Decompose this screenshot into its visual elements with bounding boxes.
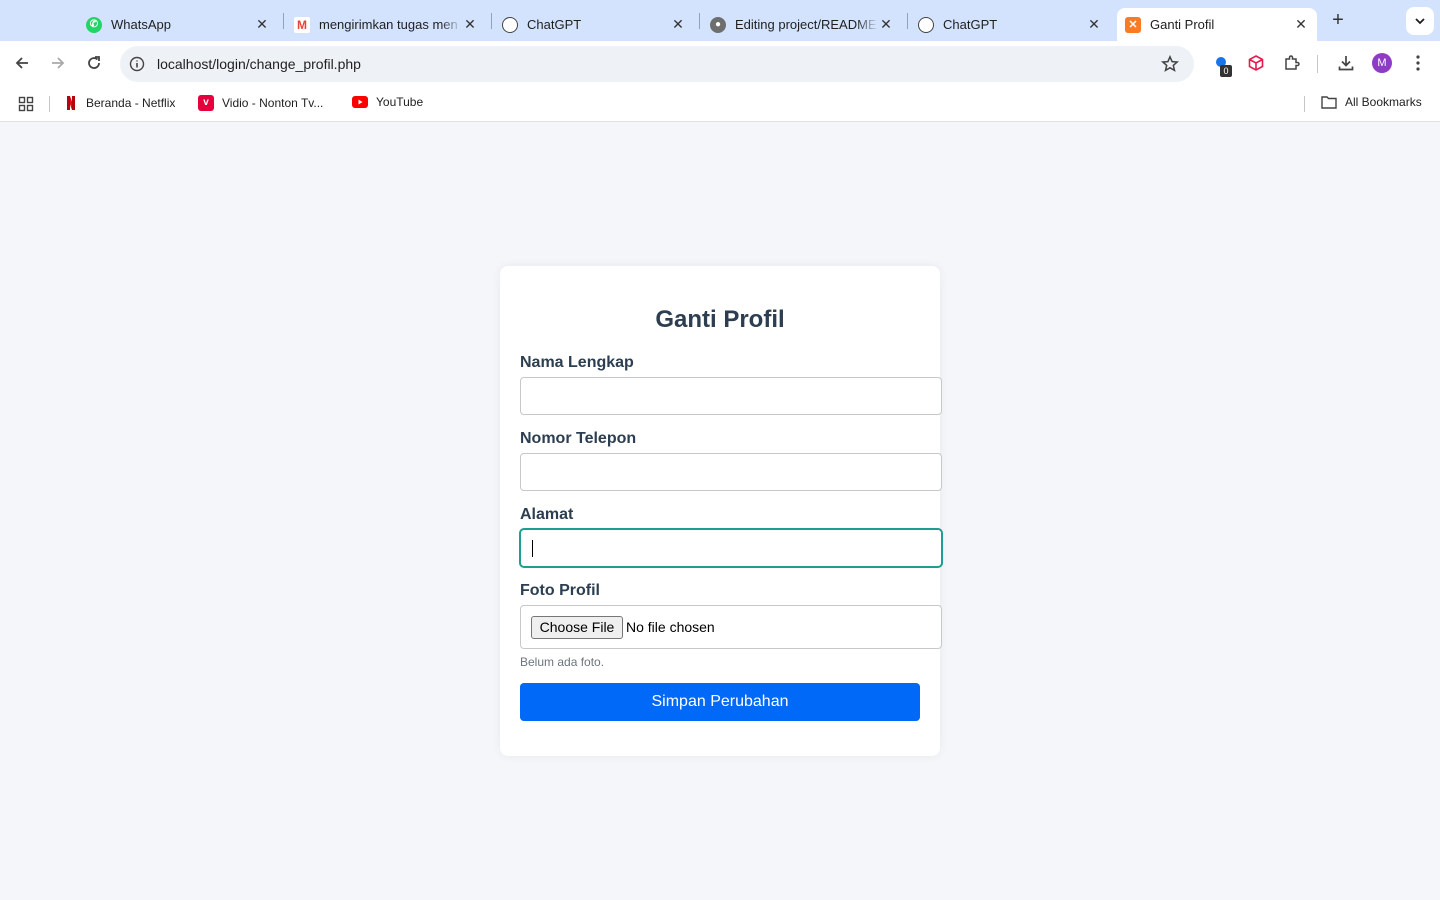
close-icon[interactable]: ✕ (254, 16, 270, 33)
choose-file-button[interactable]: Choose File (531, 616, 623, 639)
close-icon[interactable]: ✕ (1086, 16, 1102, 33)
tab-gmail[interactable]: M mengirimkan tugas men ✕ (286, 8, 486, 41)
forward-button[interactable] (46, 51, 70, 75)
tab-chatgpt-1[interactable]: ChatGPT ✕ (494, 8, 694, 41)
extension-button[interactable]: 0 (1210, 51, 1234, 77)
close-icon[interactable]: ✕ (878, 16, 894, 33)
reload-button[interactable] (82, 51, 106, 75)
bookmarks-divider (49, 96, 50, 112)
more-vert-icon (1416, 55, 1420, 71)
extension-cube-button[interactable] (1244, 51, 1268, 75)
profile-button[interactable]: M (1370, 51, 1394, 75)
gmail-icon: M (294, 16, 310, 33)
extension-badge: 0 (1220, 65, 1232, 77)
cube-icon (1248, 55, 1264, 71)
back-button[interactable] (10, 51, 34, 75)
tab-title: WhatsApp (111, 17, 171, 32)
vidio-icon: v (198, 95, 214, 111)
whatsapp-icon: ✆ (86, 16, 102, 33)
tab-title: mengirimkan tugas men (319, 17, 458, 32)
foto-label: Foto Profil (520, 582, 600, 599)
tab-github[interactable]: ● Editing project/README ✕ (702, 8, 902, 41)
tab-search-button[interactable] (1406, 7, 1434, 35)
tab-divider (699, 13, 700, 29)
bookmark-netflix[interactable]: Beranda - Netflix (64, 95, 175, 111)
address-bar[interactable]: localhost/login/change_profil.php (120, 46, 1194, 82)
chevron-down-icon (1415, 18, 1425, 25)
arrow-right-icon (52, 57, 65, 69)
avatar: M (1372, 53, 1392, 73)
bookmark-label: Vidio - Nonton Tv... (222, 96, 324, 110)
alamat-label: Alamat (520, 506, 574, 523)
nama-input[interactable] (520, 377, 942, 415)
foto-hint: Belum ada foto. (520, 655, 605, 669)
apps-grid-icon (18, 96, 34, 112)
nama-label: Nama Lengkap (520, 354, 634, 371)
close-icon[interactable]: ✕ (1293, 16, 1309, 33)
tab-chatgpt-2[interactable]: ChatGPT ✕ (910, 8, 1110, 41)
tab-strip: ✆ WhatsApp ✕ M mengirimkan tugas men ✕ C… (0, 0, 1440, 41)
new-tab-button[interactable]: + (1328, 10, 1348, 30)
url-text: localhost/login/change_profil.php (157, 56, 361, 72)
bookmark-youtube[interactable]: YouTube (352, 95, 423, 109)
menu-button[interactable] (1406, 51, 1430, 75)
all-bookmarks-label: All Bookmarks (1345, 95, 1422, 109)
save-button[interactable]: Simpan Perubahan (520, 683, 920, 721)
telepon-label: Nomor Telepon (520, 430, 637, 447)
github-icon: ● (710, 16, 726, 33)
chatgpt-icon (502, 16, 518, 33)
alamat-input[interactable] (520, 529, 942, 567)
close-icon[interactable]: ✕ (462, 16, 478, 33)
chatgpt-icon (918, 16, 934, 33)
bookmarks-divider (1304, 96, 1305, 112)
profile-form-card: Ganti Profil Nama Lengkap Nomor Telepon … (500, 266, 942, 756)
bookmark-vidio[interactable]: v Vidio - Nonton Tv... (198, 95, 323, 111)
tab-divider (283, 13, 284, 29)
bookmark-label: Beranda - Netflix (86, 96, 176, 110)
text-caret (532, 540, 533, 557)
download-icon (1338, 56, 1354, 71)
browser-toolbar: localhost/login/change_profil.php 0 M (0, 41, 1440, 86)
arrow-left-icon (15, 57, 28, 69)
folder-icon (1321, 95, 1337, 109)
tab-title: Editing project/README (735, 17, 877, 32)
tab-divider (491, 13, 492, 29)
close-icon[interactable]: ✕ (670, 16, 686, 33)
extensions-button[interactable] (1280, 51, 1304, 75)
toolbar-divider (1317, 55, 1318, 73)
tab-ganti-profil[interactable]: ✕ Ganti Profil ✕ (1117, 8, 1317, 41)
page-title: Ganti Profil (655, 306, 785, 333)
tab-title: ChatGPT (943, 17, 998, 32)
puzzle-icon (1285, 55, 1300, 70)
info-icon[interactable] (129, 56, 145, 72)
downloads-button[interactable] (1334, 51, 1358, 75)
star-icon[interactable] (1161, 55, 1179, 73)
all-bookmarks-button[interactable]: All Bookmarks (1321, 95, 1422, 109)
foto-file-input[interactable]: Choose File No file chosen (520, 605, 942, 649)
bookmarks-bar: Beranda - Netflix v Vidio - Nonton Tv...… (0, 86, 1440, 122)
reload-icon (88, 56, 100, 69)
tab-title: ChatGPT (527, 17, 582, 32)
youtube-icon (352, 96, 368, 108)
file-status: No file chosen (626, 619, 715, 635)
bookmark-label: YouTube (376, 95, 424, 109)
tab-title: Ganti Profil (1150, 17, 1215, 32)
tab-whatsapp[interactable]: ✆ WhatsApp ✕ (78, 8, 278, 41)
tab-divider (907, 13, 908, 29)
xampp-icon: ✕ (1125, 16, 1141, 33)
telepon-input[interactable] (520, 453, 942, 491)
netflix-icon (64, 95, 78, 111)
apps-button[interactable] (18, 96, 34, 112)
